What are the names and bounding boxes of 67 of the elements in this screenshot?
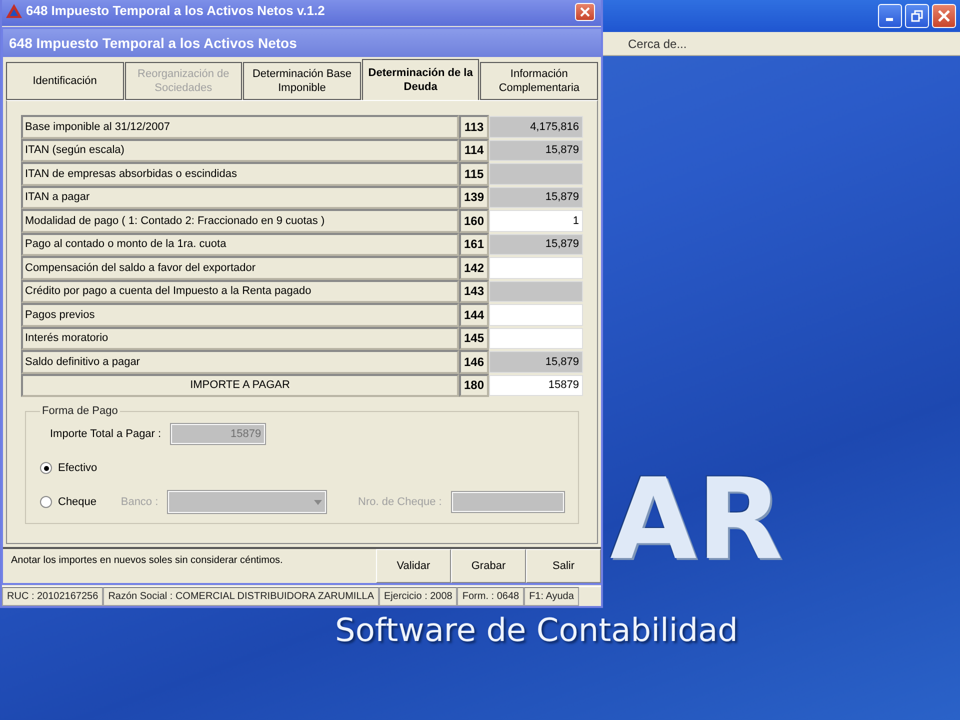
row-code: 180	[459, 374, 489, 397]
cheque-field[interactable]	[452, 492, 564, 512]
cheque-label: Nro. de Cheque :	[358, 496, 442, 508]
status-bar-item: RUC : 20102167256	[2, 587, 104, 606]
row-code: 146	[459, 350, 489, 374]
row-code: 160	[459, 209, 489, 232]
row-label: ITAN de empresas absorbidas o escindidas	[21, 162, 459, 186]
amount-field[interactable]	[489, 257, 583, 278]
row-label: IMPORTE A PAGAR	[21, 374, 459, 397]
logo-text: AR	[610, 455, 783, 585]
amount-field: 4,175,816	[489, 116, 583, 138]
row-label: Interés moratorio	[21, 326, 459, 350]
row-code: 139	[459, 186, 489, 209]
dialog-title: 648 Impuesto Temporal a los Activos Netos	[3, 29, 601, 57]
dialog-button[interactable]: Salir	[526, 549, 601, 583]
app-icon	[6, 4, 22, 18]
amount-field: 15,879	[489, 234, 583, 255]
row-code: 115	[459, 162, 489, 186]
window-title: 648 Impuesto Temporal a los Activos Netos v.1.2	[26, 3, 325, 18]
row-code: 143	[459, 280, 489, 303]
amount-field: 15,879	[489, 140, 583, 161]
bank-label: Banco :	[120, 496, 158, 508]
restore-icon[interactable]	[905, 4, 929, 28]
amount-field[interactable]	[489, 328, 583, 349]
amount-field[interactable]	[489, 304, 583, 326]
row-label: Saldo definitivo a pagar	[21, 350, 459, 374]
status-bar-item: F1: Ayuda	[524, 587, 579, 606]
radio-icon[interactable]	[40, 496, 52, 508]
row-label: Modalidad de pago ( 1: Contado 2: Fraccionado en 9 cuotas )	[21, 209, 459, 232]
group-legend: Forma de Pago	[40, 405, 120, 417]
row-label: Base imponible al 31/12/2007	[21, 115, 459, 138]
radio-label[interactable]: Efectivo	[58, 462, 98, 474]
close-icon[interactable]	[932, 4, 956, 28]
tab[interactable]: Identificación	[6, 62, 124, 100]
row-label: Pagos previos	[21, 303, 459, 326]
row-code: 161	[459, 232, 489, 256]
row-code: 113	[459, 115, 489, 138]
row-label: Pago al contado o monto de la 1ra. cuota	[21, 232, 459, 256]
tab[interactable]: Información Complementaria	[480, 62, 598, 100]
row-code: 144	[459, 303, 489, 326]
dialog-button[interactable]: Grabar	[451, 549, 526, 583]
amount-field: 15,879	[489, 351, 583, 372]
status-bar-item: Ejercicio : 2008	[379, 587, 458, 606]
row-code: 142	[459, 256, 489, 280]
row-code: 114	[459, 138, 489, 162]
amount-field[interactable]: 1	[489, 210, 583, 232]
close-icon[interactable]	[575, 3, 595, 21]
row-label: ITAN a pagar	[21, 186, 459, 209]
radio-label[interactable]: Cheque	[58, 496, 97, 508]
note-text: Anotar los importes en nuevos soles sin considerar céntimos.	[10, 554, 284, 568]
status-bar-item: Razón Social : COMERCIAL DISTRIBUIDORA ZARUMILLA	[103, 587, 379, 606]
row-code: 145	[459, 326, 489, 350]
total-label: Importe Total a Pagar :	[50, 428, 162, 440]
status-bar-item: Form. : 0648	[457, 587, 524, 606]
amount-field: 15,879	[489, 186, 583, 208]
bank-dropdown[interactable]	[168, 491, 326, 513]
menu-item[interactable]: Cerca de...	[628, 36, 687, 50]
tab[interactable]: Determinación Base Imponible	[243, 62, 361, 100]
amount-field[interactable]: 15879	[489, 374, 583, 396]
tab[interactable]: Determinación de la Deuda	[362, 59, 480, 100]
row-label: ITAN (según escala)	[21, 138, 459, 162]
row-label: Compensación del saldo a favor del exportador	[21, 256, 459, 280]
dialog-button[interactable]: Validar	[376, 549, 451, 583]
minimize-icon[interactable]	[878, 4, 902, 28]
radio-icon[interactable]	[40, 462, 52, 474]
row-label: Crédito por pago a cuenta del Impuesto a la Renta pagado	[21, 280, 459, 303]
tagline: Software de Contabilidad	[335, 611, 738, 649]
